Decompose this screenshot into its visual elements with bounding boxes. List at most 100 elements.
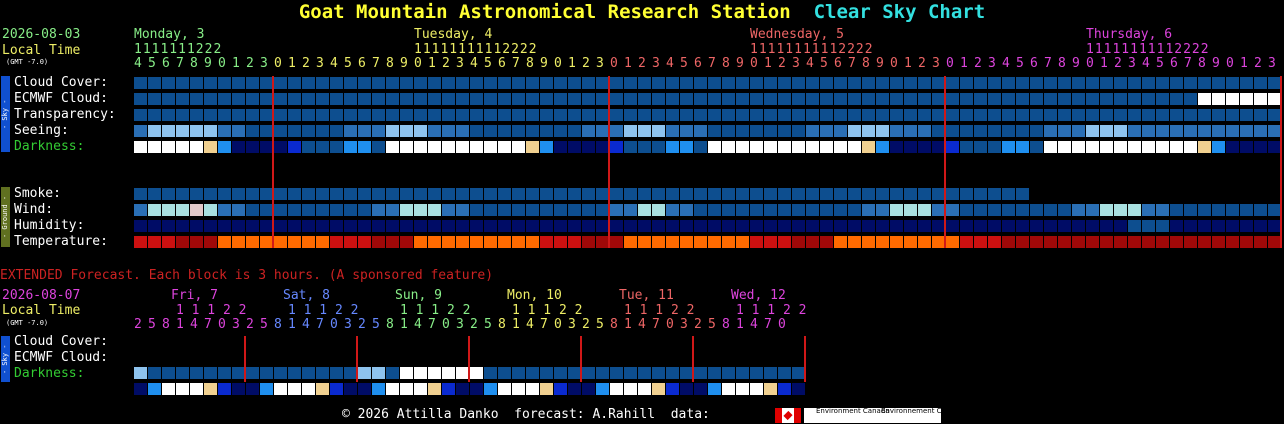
forecast-cell[interactable]: [1016, 141, 1029, 153]
forecast-cell[interactable]: [456, 125, 469, 137]
forecast-cell[interactable]: [190, 93, 203, 105]
forecast-cell[interactable]: [820, 109, 833, 121]
forecast-cell[interactable]: [862, 236, 875, 248]
forecast-cell[interactable]: [1044, 236, 1057, 248]
forecast-cell[interactable]: [666, 141, 679, 153]
forecast-cell[interactable]: [456, 93, 469, 105]
forecast-cell[interactable]: [1142, 204, 1155, 216]
forecast-cell[interactable]: [750, 125, 763, 137]
forecast-cell[interactable]: [792, 204, 805, 216]
extended-forecast-cell[interactable]: [274, 367, 287, 379]
forecast-cell[interactable]: [778, 220, 791, 232]
forecast-cell[interactable]: [806, 220, 819, 232]
forecast-cell[interactable]: [554, 77, 567, 89]
forecast-cell[interactable]: [246, 109, 259, 121]
forecast-cell[interactable]: [918, 188, 931, 200]
forecast-cell[interactable]: [890, 125, 903, 137]
forecast-cell[interactable]: [694, 141, 707, 153]
forecast-cell[interactable]: [946, 125, 959, 137]
forecast-cell[interactable]: [162, 125, 175, 137]
extended-forecast-cell[interactable]: [750, 367, 763, 379]
forecast-cell[interactable]: [736, 188, 749, 200]
forecast-cell[interactable]: [302, 141, 315, 153]
forecast-cell[interactable]: [806, 109, 819, 121]
forecast-cell[interactable]: [862, 93, 875, 105]
forecast-cell[interactable]: [1156, 93, 1169, 105]
forecast-cell[interactable]: [316, 141, 329, 153]
extended-forecast-cell[interactable]: [190, 367, 203, 379]
forecast-cell[interactable]: [1114, 77, 1127, 89]
forecast-cell[interactable]: [624, 188, 637, 200]
extended-forecast-cell[interactable]: [456, 383, 469, 395]
forecast-cell[interactable]: [918, 93, 931, 105]
forecast-cell[interactable]: [862, 109, 875, 121]
forecast-cell[interactable]: [540, 77, 553, 89]
forecast-cell[interactable]: [148, 109, 161, 121]
forecast-cell[interactable]: [526, 93, 539, 105]
forecast-cell[interactable]: [1170, 109, 1183, 121]
forecast-cell[interactable]: [1184, 125, 1197, 137]
forecast-cell[interactable]: [722, 188, 735, 200]
forecast-cell[interactable]: [316, 77, 329, 89]
forecast-cell[interactable]: [498, 93, 511, 105]
forecast-cell[interactable]: [624, 204, 637, 216]
forecast-cell[interactable]: [442, 204, 455, 216]
forecast-cell[interactable]: [1226, 125, 1239, 137]
forecast-cell[interactable]: [526, 236, 539, 248]
forecast-cell[interactable]: [890, 141, 903, 153]
forecast-cell[interactable]: [1044, 141, 1057, 153]
forecast-cell[interactable]: [1002, 141, 1015, 153]
forecast-cell[interactable]: [666, 236, 679, 248]
extended-forecast-cell[interactable]: [134, 383, 147, 395]
forecast-cell[interactable]: [204, 220, 217, 232]
forecast-cell[interactable]: [540, 141, 553, 153]
forecast-cell[interactable]: [974, 93, 987, 105]
forecast-cell[interactable]: [568, 220, 581, 232]
forecast-cell[interactable]: [554, 93, 567, 105]
forecast-cell[interactable]: [344, 77, 357, 89]
forecast-cell[interactable]: [190, 109, 203, 121]
extended-forecast-cell[interactable]: [288, 367, 301, 379]
forecast-cell[interactable]: [484, 93, 497, 105]
forecast-cell[interactable]: [1254, 109, 1267, 121]
forecast-cell[interactable]: [540, 93, 553, 105]
forecast-cell[interactable]: [162, 236, 175, 248]
forecast-cell[interactable]: [512, 220, 525, 232]
extended-forecast-cell[interactable]: [204, 367, 217, 379]
forecast-cell[interactable]: [344, 125, 357, 137]
extended-forecast-cell[interactable]: [624, 383, 637, 395]
forecast-cell[interactable]: [1142, 109, 1155, 121]
forecast-cell[interactable]: [834, 236, 847, 248]
forecast-cell[interactable]: [302, 125, 315, 137]
forecast-cell[interactable]: [484, 236, 497, 248]
forecast-cell[interactable]: [876, 220, 889, 232]
forecast-cell[interactable]: [400, 204, 413, 216]
forecast-cell[interactable]: [148, 188, 161, 200]
forecast-cell[interactable]: [1030, 77, 1043, 89]
forecast-cell[interactable]: [456, 236, 469, 248]
forecast-cell[interactable]: [666, 77, 679, 89]
forecast-cell[interactable]: [1030, 236, 1043, 248]
forecast-cell[interactable]: [344, 109, 357, 121]
forecast-cell[interactable]: [1226, 204, 1239, 216]
forecast-cell[interactable]: [526, 220, 539, 232]
forecast-cell[interactable]: [386, 77, 399, 89]
forecast-cell[interactable]: [512, 93, 525, 105]
forecast-cell[interactable]: [372, 125, 385, 137]
forecast-cell[interactable]: [1016, 188, 1029, 200]
forecast-cell[interactable]: [694, 204, 707, 216]
forecast-cell[interactable]: [750, 188, 763, 200]
forecast-cell[interactable]: [274, 93, 287, 105]
forecast-cell[interactable]: [1170, 125, 1183, 137]
forecast-cell[interactable]: [792, 236, 805, 248]
forecast-cell[interactable]: [652, 236, 665, 248]
forecast-cell[interactable]: [526, 204, 539, 216]
forecast-cell[interactable]: [582, 77, 595, 89]
forecast-cell[interactable]: [582, 125, 595, 137]
forecast-cell[interactable]: [582, 93, 595, 105]
forecast-cell[interactable]: [876, 204, 889, 216]
forecast-cell[interactable]: [316, 188, 329, 200]
extended-forecast-cell[interactable]: [526, 383, 539, 395]
forecast-cell[interactable]: [1240, 93, 1253, 105]
forecast-cell[interactable]: [330, 77, 343, 89]
